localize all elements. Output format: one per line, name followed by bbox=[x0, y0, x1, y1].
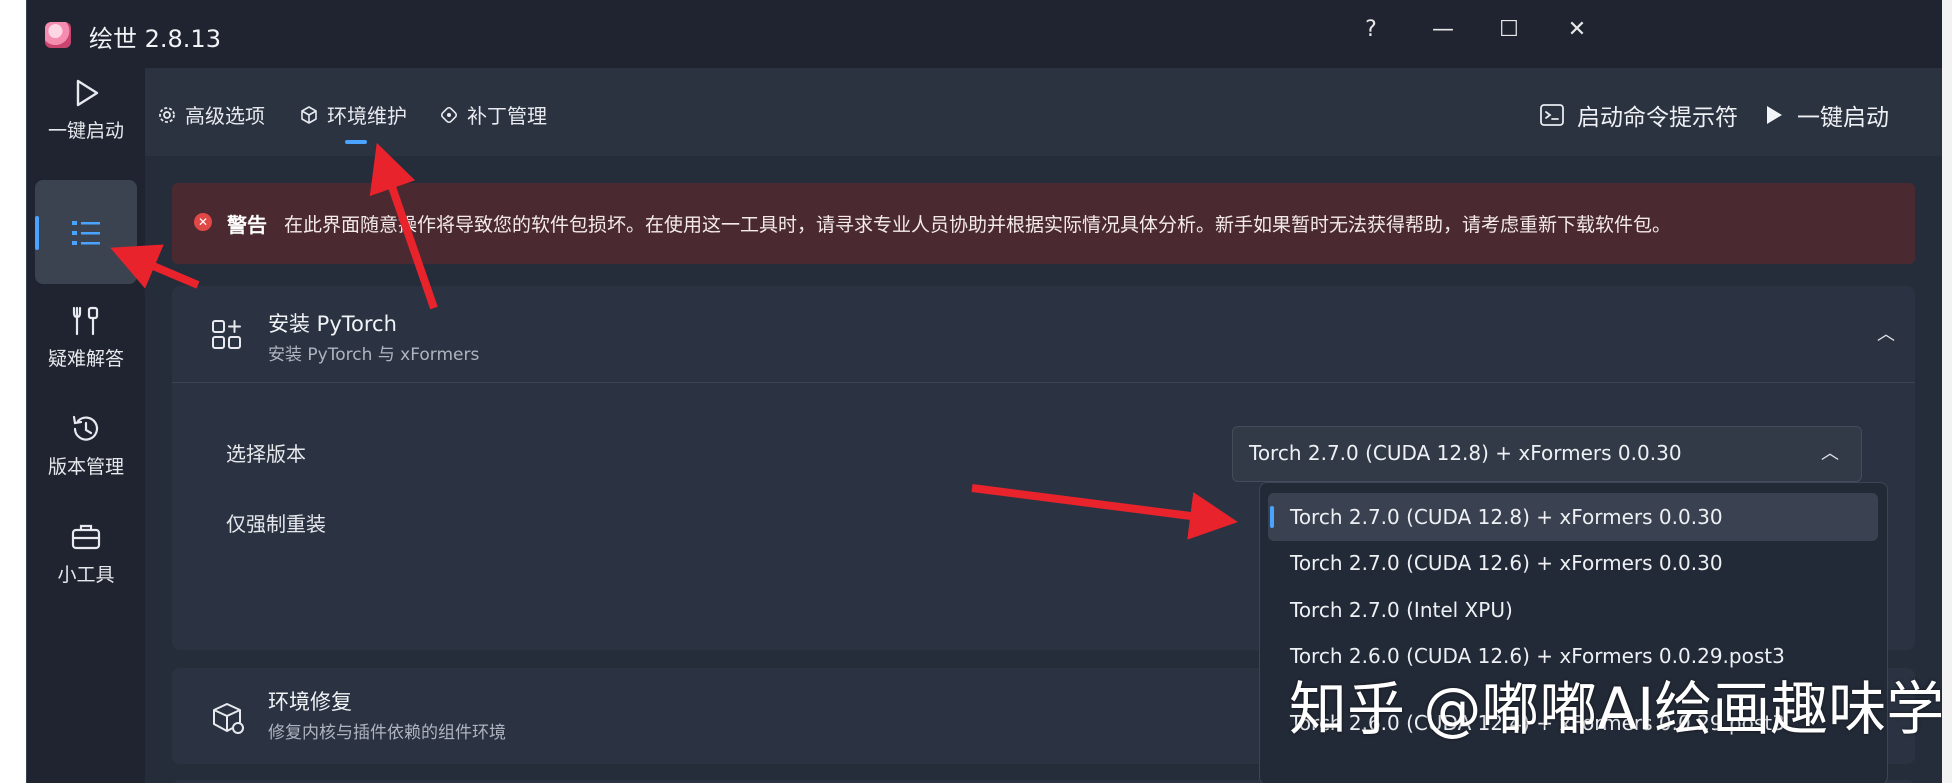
arrow-to-tab bbox=[369, 142, 438, 310]
arrow-to-sidebar bbox=[110, 244, 200, 289]
annotation-arrows bbox=[110, 142, 1238, 540]
arrow-to-option bbox=[971, 484, 1238, 540]
